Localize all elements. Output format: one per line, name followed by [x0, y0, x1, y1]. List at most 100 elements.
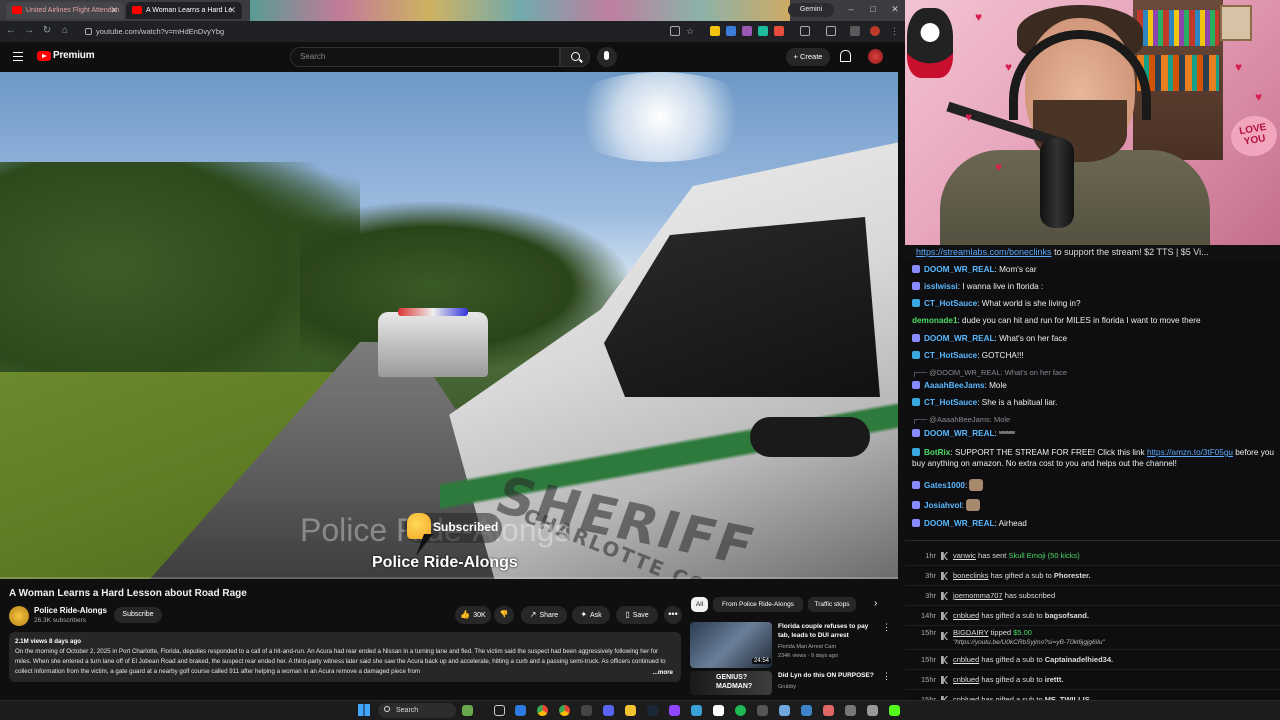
app-icon[interactable] — [801, 705, 812, 716]
channel-avatar[interactable] — [9, 606, 29, 626]
reload-icon[interactable]: ↻ — [40, 24, 54, 38]
progress-bar[interactable] — [0, 577, 898, 579]
close-window-icon[interactable]: ✕ — [888, 2, 902, 16]
discord-icon[interactable] — [603, 705, 614, 716]
app-icon[interactable] — [691, 705, 702, 716]
task-view-icon[interactable] — [494, 705, 505, 716]
chat-username[interactable]: CT_HotSauce — [924, 351, 977, 360]
extension-icon[interactable] — [774, 26, 784, 36]
twitch-icon[interactable] — [669, 705, 680, 716]
chip-from-channel[interactable]: From Police Ride-Alongs — [713, 597, 803, 612]
steam-icon[interactable] — [647, 705, 658, 716]
share-button[interactable]: ↗ Share — [521, 606, 567, 624]
chrome-icon[interactable] — [559, 705, 570, 716]
url-field[interactable]: youtube.com/watch?v=mHdEnDvyYbg — [82, 24, 662, 39]
folder-icon[interactable] — [625, 705, 636, 716]
home-icon[interactable]: ⌂ — [58, 24, 72, 38]
app-icon[interactable] — [779, 705, 790, 716]
search-button[interactable] — [560, 47, 590, 67]
chat-username[interactable]: CT_HotSauce — [924, 398, 977, 407]
kick-icon[interactable] — [889, 705, 900, 716]
recommended-title[interactable]: Did Lyn do this ON PURPOSE? — [778, 671, 876, 680]
more-link[interactable]: ...more — [648, 668, 673, 678]
chevron-right-icon[interactable]: › — [874, 598, 877, 609]
sidepanel-icon[interactable] — [826, 26, 836, 36]
maximize-icon[interactable]: □ — [866, 2, 880, 16]
app-icon[interactable] — [845, 705, 856, 716]
channel-name[interactable]: Police Ride-Alongs — [34, 606, 107, 615]
install-icon[interactable] — [670, 26, 680, 36]
app-icon[interactable] — [867, 705, 878, 716]
spotify-icon[interactable] — [735, 705, 746, 716]
app-icon[interactable] — [823, 705, 834, 716]
taskbar-search[interactable]: Search — [378, 703, 456, 718]
edge-icon[interactable] — [515, 705, 526, 716]
more-options-icon[interactable]: ⋮ — [882, 622, 891, 633]
chat-username[interactable]: Gates1000 — [924, 481, 965, 490]
download-icon[interactable] — [850, 26, 860, 36]
streamlabs-link[interactable]: https://streamlabs.com/boneclinks — [916, 247, 1052, 257]
video-thumbnail[interactable]: GENIUS? MADMAN? — [690, 671, 772, 695]
extensions-puzzle-icon[interactable] — [800, 26, 810, 36]
video-player[interactable]: SHERIFF CHARLOTTE COUNTY Police Ride-Alo… — [0, 72, 898, 579]
ask-button[interactable]: ✦ Ask — [572, 606, 610, 624]
obs-icon[interactable] — [713, 705, 724, 716]
event-user[interactable]: cnblued — [953, 611, 979, 620]
notifications-icon[interactable] — [840, 50, 851, 62]
close-tab-icon[interactable]: ✕ — [228, 2, 236, 19]
chat-username[interactable]: BotRix — [924, 448, 950, 457]
site-info-icon[interactable] — [85, 28, 92, 35]
chat-username[interactable]: Josiahvol — [924, 501, 962, 510]
voice-search-icon[interactable] — [597, 47, 617, 67]
minimize-icon[interactable]: – — [844, 2, 858, 16]
more-actions-button[interactable]: ••• — [664, 606, 682, 624]
like-button[interactable]: 👍 30K — [455, 606, 491, 624]
extension-icon[interactable] — [742, 26, 752, 36]
back-icon[interactable]: ← — [4, 24, 18, 38]
description-box[interactable]: 2.1M views 8 days ago On the morning of … — [9, 632, 681, 682]
extension-icon[interactable] — [758, 26, 768, 36]
more-options-icon[interactable]: ⋮ — [882, 671, 891, 682]
menu-icon[interactable] — [13, 52, 23, 61]
chat-username[interactable]: DOOM_WR_REAL — [924, 334, 995, 343]
chat-username[interactable]: CT_HotSauce — [924, 299, 977, 308]
subscribe-button[interactable]: Subscribe — [114, 607, 162, 623]
close-tab-icon[interactable]: ✕ — [110, 2, 118, 19]
chat-link[interactable]: https://amzn.to/3tF05gu — [1147, 448, 1233, 457]
chat-username[interactable]: AaaahBeeJams — [924, 381, 985, 390]
browser-tab-active[interactable]: A Woman Learns a Hard Le ✕ — [126, 2, 242, 19]
windows-start-icon[interactable] — [358, 704, 370, 716]
create-button[interactable]: + Create — [786, 48, 830, 66]
chat-username[interactable]: DOOM_WR_REAL — [924, 429, 995, 438]
browser-tab-united[interactable]: United Airlines Flight Attendan ✕ — [6, 2, 124, 19]
event-user[interactable]: cnblued — [953, 655, 979, 664]
save-button[interactable]: ▯ Save — [616, 606, 658, 624]
gemini-button[interactable]: Gemini — [788, 3, 834, 17]
account-avatar[interactable] — [868, 49, 883, 64]
app-icon[interactable] — [581, 705, 592, 716]
search-input[interactable]: Search — [290, 47, 560, 67]
chip-traffic-stops[interactable]: Traffic stops — [808, 597, 856, 612]
recommended-title[interactable]: Florida couple refuses to pay tab, leads… — [778, 622, 876, 640]
event-user[interactable]: cnblued — [953, 675, 979, 684]
youtube-logo-icon[interactable] — [37, 51, 51, 61]
chat-username[interactable]: isslwissi — [924, 282, 958, 291]
chat-username[interactable]: DOOM_WR_REAL — [924, 519, 995, 528]
app-icon[interactable] — [757, 705, 768, 716]
event-user[interactable]: vanwic — [953, 551, 976, 560]
browser-menu-icon[interactable]: ⋮ — [890, 26, 900, 36]
event-user[interactable]: joemomma707 — [953, 591, 1003, 600]
dislike-button[interactable]: 👎 — [494, 606, 514, 624]
extension-icon[interactable] — [726, 26, 736, 36]
chip-all[interactable]: All — [691, 597, 708, 612]
widget-icon[interactable] — [462, 705, 473, 716]
profile-avatar[interactable] — [870, 26, 880, 36]
bookmark-star-icon[interactable]: ☆ — [686, 26, 696, 36]
chat-username[interactable]: demonade1 — [912, 316, 958, 325]
extension-icon[interactable] — [710, 26, 720, 36]
event-user[interactable]: boneclinks — [953, 571, 988, 580]
chat-username[interactable]: DOOM_WR_REAL — [924, 265, 995, 274]
youtube-premium-logo[interactable]: Premium — [53, 50, 95, 61]
chrome-icon[interactable] — [537, 705, 548, 716]
forward-icon[interactable]: → — [22, 24, 36, 38]
